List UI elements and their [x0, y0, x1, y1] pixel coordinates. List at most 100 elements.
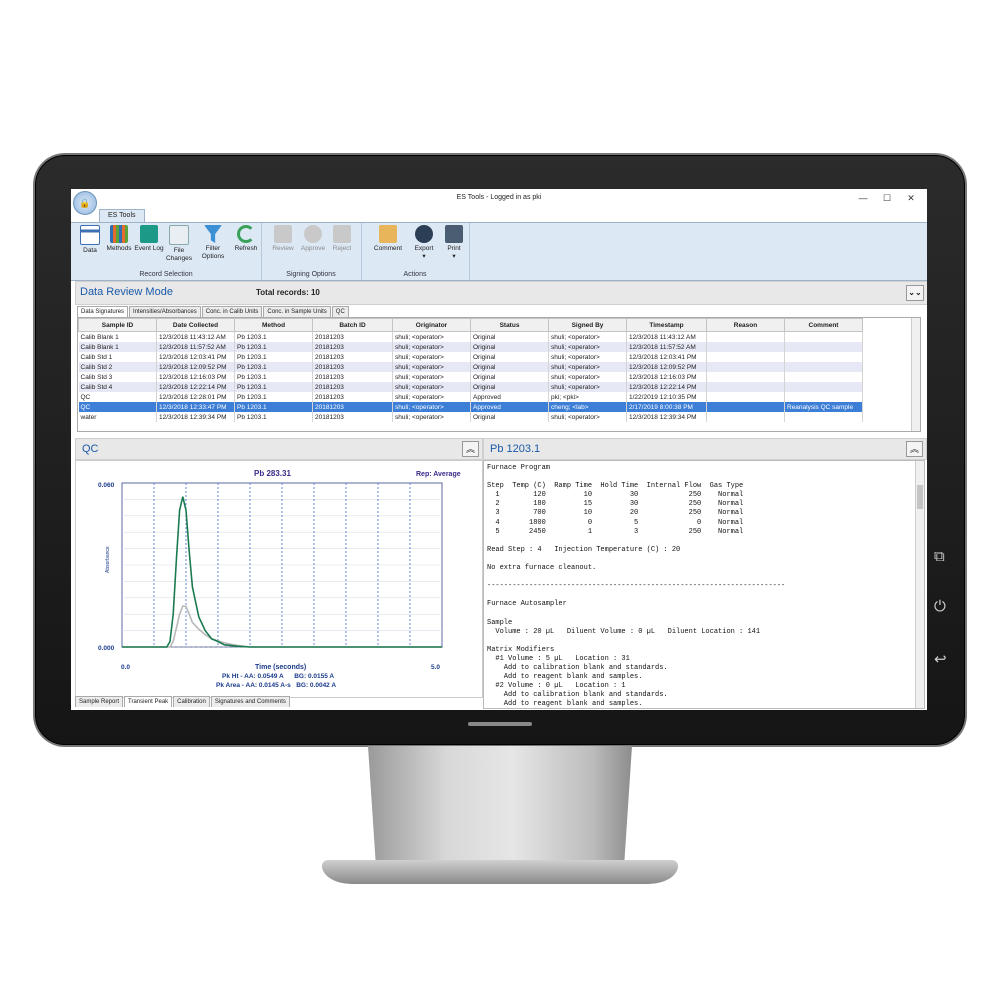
- table-cell: 1/22/2019 12:10:35 PM: [626, 392, 707, 402]
- filter-options-button[interactable]: Filter Options: [198, 225, 228, 260]
- app-logo-icon[interactable]: 🔒: [73, 191, 97, 215]
- column-header[interactable]: Method: [234, 318, 313, 332]
- table-row[interactable]: Calib Std 2 12/3/2018 12:09:52 PM Pb 1203.…: [78, 362, 863, 372]
- table-row[interactable]: Calib Std 1 12/3/2018 12:03:41 PM Pb 1203.…: [78, 352, 863, 362]
- table-row[interactable]: Calib Blank 1 12/3/2018 11:43:12 AM Pb 120…: [78, 331, 863, 342]
- data-button[interactable]: Data: [75, 225, 105, 255]
- column-header[interactable]: Timestamp: [626, 318, 707, 332]
- windows-switch-icon: ⧉: [934, 548, 945, 565]
- print-button[interactable]: Print ▾: [439, 225, 469, 260]
- table-cell: Pb 1203.1: [234, 362, 313, 372]
- table-row[interactable]: Calib Std 3 12/3/2018 12:16:03 PM Pb 1203.…: [78, 372, 863, 382]
- table-cell: shuli; <operator>: [548, 352, 627, 362]
- ribbon: Data Methods Event Log File Changes Filt…: [71, 222, 927, 281]
- tab-data-signatures[interactable]: Data Signatures: [77, 306, 129, 317]
- collapse-down-icon[interactable]: ⌄⌄: [906, 285, 924, 301]
- application-screen: ES Tools - Logged in as pki — ☐ ✕ 🔒 ES T…: [71, 189, 927, 710]
- table-row[interactable]: water 12/3/2018 12:39:34 PM Pb 1203.1 20181…: [78, 412, 863, 422]
- signing-options-group: Review Approve Reject Signing Options: [261, 223, 362, 280]
- tab-transient-peak[interactable]: Transient Peak: [124, 696, 173, 707]
- export-label: Export: [414, 245, 434, 252]
- methods-button[interactable]: Methods: [104, 225, 134, 253]
- tab-conc-calib[interactable]: Conc. in Calib Units: [201, 306, 263, 317]
- file-changes-button[interactable]: File Changes: [164, 225, 194, 262]
- ribbon-tab-strip: ES Tools: [71, 209, 927, 222]
- tab-calibration[interactable]: Calibration: [173, 696, 210, 707]
- table-cell: 12/3/2018 11:57:52 AM: [626, 342, 707, 352]
- column-header[interactable]: Originator: [392, 318, 471, 332]
- table-row[interactable]: QC 12/3/2018 12:33:47 PM Pb 1203.1 20181203…: [78, 402, 863, 412]
- table-cell: Pb 1203.1: [234, 402, 313, 412]
- report-scrollbar[interactable]: [915, 461, 924, 708]
- collapse-up-icon[interactable]: ︽: [462, 441, 479, 457]
- mode-title: Data Review Mode: [80, 286, 173, 298]
- signatures-table: Sample ID Date Collected Method Batch ID Ori…: [77, 317, 921, 432]
- report-scroll-thumb[interactable]: [917, 485, 923, 509]
- collapse-up-icon[interactable]: ︽: [906, 441, 923, 457]
- approve-button[interactable]: Approve: [298, 225, 328, 253]
- print-dropdown-icon: ▾: [452, 252, 456, 260]
- column-header[interactable]: Batch ID: [312, 318, 393, 332]
- table-cell: [706, 372, 785, 382]
- table-cell: Calib Std 3: [78, 372, 157, 382]
- table-cell: shuli; <operator>: [548, 342, 627, 352]
- comment-button[interactable]: Comment: [371, 225, 405, 253]
- peak-height-annotation: Pk Ht - AA: 0.0549 A BG: 0.0155 A: [222, 673, 334, 680]
- qc-panel-header: QC ︽: [75, 438, 483, 460]
- column-header[interactable]: Signed By: [548, 318, 627, 332]
- table-cell: Original: [470, 342, 549, 352]
- maximize-button[interactable]: ☐: [877, 193, 897, 204]
- tab-qc[interactable]: QC: [331, 306, 349, 317]
- approve-icon: [304, 225, 322, 243]
- reject-button[interactable]: Reject: [327, 225, 357, 253]
- table-cell: Calib Blank 1: [78, 331, 157, 342]
- table-cell: Original: [470, 372, 549, 382]
- column-header[interactable]: Status: [470, 318, 549, 332]
- table-cell: [706, 352, 785, 362]
- table-row[interactable]: QC 12/3/2018 12:28:01 PM Pb 1203.1 20181203…: [78, 392, 863, 402]
- table-cell: shuli; <operator>: [392, 352, 471, 362]
- table-cell: [706, 362, 785, 372]
- table-row[interactable]: Calib Std 4 12/3/2018 12:22:14 PM Pb 1203.…: [78, 382, 863, 392]
- method-panel-title: Pb 1203.1: [490, 443, 541, 455]
- column-header[interactable]: Sample ID: [78, 318, 157, 332]
- tab-intensities[interactable]: Intensities/Absorbances: [129, 306, 201, 317]
- table-row[interactable]: Calib Blank 1 12/3/2018 11:57:52 AM Pb 120…: [78, 342, 863, 352]
- event-log-icon: [140, 225, 158, 243]
- table-cell: 12/3/2018 11:43:12 AM: [156, 331, 235, 342]
- methods-icon: [110, 225, 128, 243]
- minimize-button[interactable]: —: [853, 193, 873, 203]
- column-header[interactable]: Comment: [784, 318, 863, 332]
- table-cell: shuli; <operator>: [392, 372, 471, 382]
- table-cell: [706, 412, 785, 422]
- table-cell: Calib Blank 1: [78, 342, 157, 352]
- x-tick-max: 5.0: [431, 664, 440, 671]
- table-cell: Original: [470, 331, 549, 342]
- tab-sample-report[interactable]: Sample Report: [75, 696, 124, 707]
- table-cell: Pb 1203.1: [234, 392, 313, 402]
- export-button[interactable]: Export ▾: [409, 225, 439, 260]
- table-scrollbar[interactable]: [911, 318, 920, 431]
- column-header[interactable]: Date Collected: [156, 318, 235, 332]
- review-button[interactable]: Review: [268, 225, 298, 253]
- table-cell: Approved: [470, 392, 549, 402]
- table-cell: 12/3/2018 12:39:34 PM: [156, 412, 235, 422]
- tab-es-tools[interactable]: ES Tools: [99, 209, 145, 222]
- table-cell: [784, 412, 863, 422]
- table-cell: 20181203: [312, 342, 393, 352]
- power-icon: ⏻: [934, 598, 946, 615]
- event-log-button[interactable]: Event Log: [134, 225, 164, 253]
- table-cell: shuli; <operator>: [392, 382, 471, 392]
- tab-signatures-comments[interactable]: Signatures and Comments: [210, 696, 290, 707]
- review-label: Review: [272, 245, 294, 252]
- data-icon: [80, 225, 100, 245]
- refresh-button[interactable]: Refresh: [231, 225, 261, 253]
- table-cell: Calib Std 1: [78, 352, 157, 362]
- table-cell: pki; <pki>: [548, 392, 627, 402]
- column-header[interactable]: Reason: [706, 318, 785, 332]
- tab-conc-sample[interactable]: Conc. in Sample Units: [263, 306, 331, 317]
- table-cell: Original: [470, 362, 549, 372]
- close-button[interactable]: ✕: [901, 193, 921, 204]
- table-cell: 20181203: [312, 372, 393, 382]
- table-cell: Pb 1203.1: [234, 412, 313, 422]
